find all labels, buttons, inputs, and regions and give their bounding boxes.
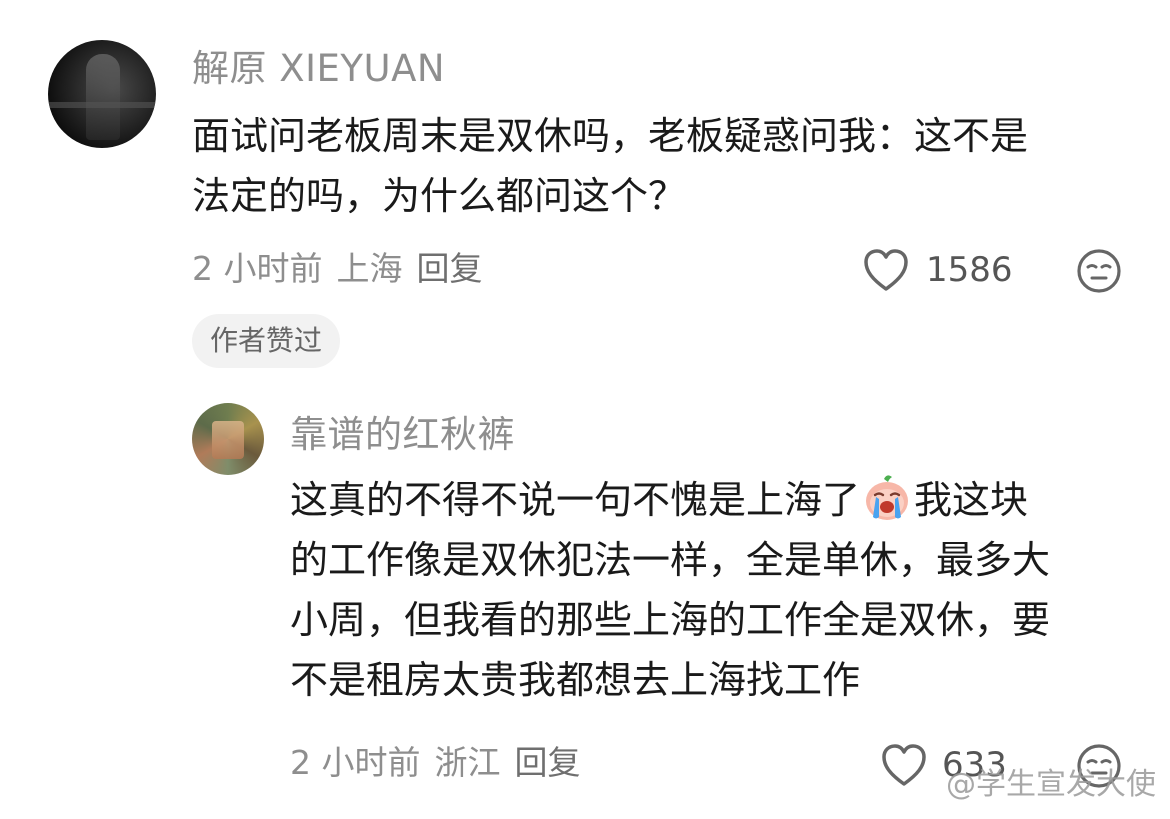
comment-time: 2 小时前 [192, 249, 323, 288]
crying-face-emoji-icon [862, 473, 912, 523]
reply-location: 浙江 [434, 743, 501, 782]
reply-button[interactable]: 回复 [417, 249, 483, 288]
reply-username[interactable]: 靠谱的红秋裤 [290, 416, 515, 453]
comment-content-line: 法定的吗，为什么都问这个？ [192, 174, 687, 218]
reply-meta: 2 小时前 浙江 回复 [290, 746, 595, 779]
like-count: 1586 [926, 250, 1013, 290]
reply-content: 这真的不得不说一句不愧是上海了 我这块 的工作像是双休犯法一样，全是单休，最多大… [290, 470, 1150, 710]
avatar-figure [212, 421, 244, 459]
reply-content-line: 小周，但我看的那些上海的工作全是双休，要 [290, 598, 1051, 642]
comment-content: 面试问老板周末是双休吗，老板疑惑问我：这不是 法定的吗，为什么都问这个？ [192, 106, 1132, 226]
reply-content-line: 的工作像是双休犯法一样，全是单休，最多大 [290, 538, 1051, 582]
comment-meta: 2 小时前 上海 回复 [192, 252, 497, 285]
reply-avatar[interactable] [192, 403, 264, 475]
reply-time: 2 小时前 [290, 743, 421, 782]
author-liked-badge: 作者赞过 [192, 314, 341, 368]
comment-location: 上海 [336, 249, 403, 288]
reply-text: 我这块 [914, 478, 1029, 522]
heart-outline-icon[interactable] [862, 247, 910, 293]
avatar-figure [86, 54, 120, 140]
watermark: @学生宣发大使 [946, 767, 1156, 802]
neutral-face-icon[interactable] [1075, 247, 1123, 295]
reply-content-line: 不是租房太贵我都想去上海找工作 [290, 658, 861, 702]
comment-content-line: 面试问老板周末是双休吗，老板疑惑问我：这不是 [192, 114, 1029, 158]
heart-outline-icon[interactable] [880, 742, 928, 788]
comment-username[interactable]: 解原 XIEYUAN [192, 50, 445, 87]
reply-button[interactable]: 回复 [515, 743, 581, 782]
avatar-shelf [48, 102, 156, 108]
reply-text: 这真的不得不说一句不愧是上海了 [290, 478, 861, 522]
reply-content-line: 这真的不得不说一句不愧是上海了 我这块 [290, 470, 1150, 530]
avatar[interactable] [48, 40, 156, 148]
